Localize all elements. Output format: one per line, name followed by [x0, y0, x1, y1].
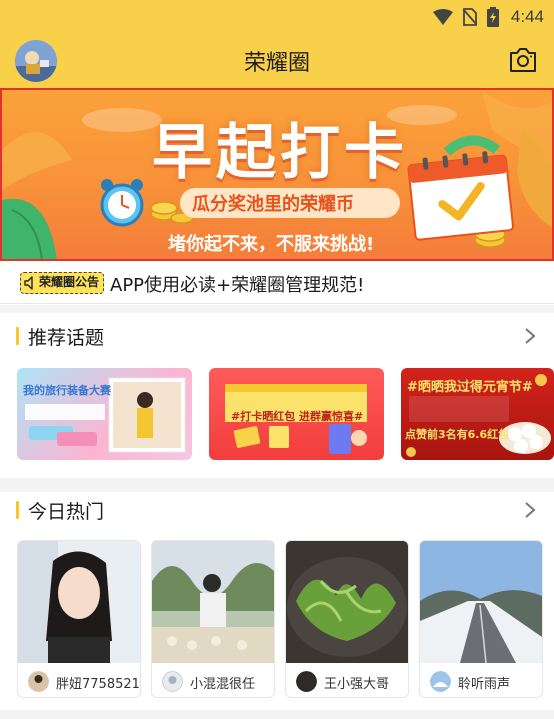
chevron-right-icon[interactable] — [524, 501, 536, 519]
topic-card-travel-gear[interactable]: 我的旅行装备大赛 — [17, 368, 192, 460]
camera-icon[interactable] — [508, 46, 538, 74]
banner-title: 早起打卡 — [152, 118, 408, 188]
author-avatar — [430, 671, 451, 692]
banner-slogan: 堵你起不来，不服来挑战! — [168, 234, 375, 255]
hot-post-card[interactable]: 小混混很任 — [151, 540, 275, 698]
post-photo — [152, 541, 274, 663]
post-photo — [18, 541, 140, 663]
status-icons: 4:44 — [432, 6, 544, 28]
early-checkin-banner[interactable]: 早起打卡 瓜分奖池里的荣耀币 堵你起不来，不服来挑战! — [0, 88, 554, 261]
battery-charging-icon — [486, 7, 499, 27]
post-photo — [286, 541, 408, 663]
topic-card-label: 我的旅行装备大赛 — [23, 384, 111, 397]
post-author[interactable]: 胖妞7758521 — [18, 665, 140, 697]
author-name: 胖妞7758521 — [56, 677, 140, 692]
section-accent-bar — [16, 327, 19, 345]
wifi-icon — [432, 9, 453, 25]
speaker-icon — [24, 276, 33, 290]
author-name: 王小强大哥 — [324, 677, 390, 692]
author-name: 小混混很任 — [190, 677, 256, 692]
author-avatar — [28, 671, 49, 692]
topic-card-lantern-festival[interactable]: #晒晒我过得元宵节# 点赞前3名有6.6红包 — [401, 368, 554, 460]
today-hot-title: 今日热门 — [28, 501, 105, 523]
announcement-bar[interactable]: 荣耀圈公告 APP使用必读+荣耀圈管理规范! — [0, 262, 554, 304]
topic-card-label: #打卡晒红包 进群赢惊喜# — [231, 410, 364, 423]
section-accent-bar — [16, 501, 19, 519]
post-photo — [420, 541, 542, 663]
announcement-tag-label: 荣耀圈公告 — [39, 275, 100, 289]
section-divider — [0, 710, 554, 719]
chevron-right-icon[interactable] — [524, 327, 536, 345]
recommended-topics-header[interactable]: 推荐话题 — [0, 314, 554, 358]
announcement-text[interactable]: APP使用必读+荣耀圈管理规范! — [110, 271, 364, 297]
page-title: 荣耀圈 — [243, 51, 310, 76]
app-header: 荣耀圈 — [0, 33, 554, 88]
author-avatar — [296, 671, 317, 692]
recommended-topics-title: 推荐话题 — [28, 327, 105, 349]
post-author[interactable]: 小混混很任 — [152, 665, 274, 697]
topic-card-red-packet[interactable]: #打卡晒红包 进群赢惊喜# — [209, 368, 384, 460]
section-divider — [0, 305, 554, 313]
post-author[interactable]: 王小强大哥 — [286, 665, 408, 697]
hot-post-card[interactable]: 王小强大哥 — [285, 540, 409, 698]
author-avatar — [162, 671, 183, 692]
status-bar: 4:44 — [0, 0, 554, 33]
clock: 4:44 — [510, 7, 544, 26]
banner-subtitle: 瓜分奖池里的荣耀币 — [192, 194, 354, 215]
post-author[interactable]: 聆听雨声 — [420, 665, 542, 697]
hot-post-card[interactable]: 胖妞7758521 — [17, 540, 141, 698]
topic-card-sublabel: 点赞前3名有6.6红包 — [405, 428, 510, 441]
today-hot-header[interactable]: 今日热门 — [0, 488, 554, 532]
announcement-tag: 荣耀圈公告 — [20, 272, 105, 294]
topic-card-label: #晒晒我过得元宵节# — [407, 380, 533, 395]
hot-post-card[interactable]: 聆听雨声 — [419, 540, 543, 698]
author-name: 聆听雨声 — [458, 677, 511, 692]
no-sim-icon — [462, 8, 477, 26]
